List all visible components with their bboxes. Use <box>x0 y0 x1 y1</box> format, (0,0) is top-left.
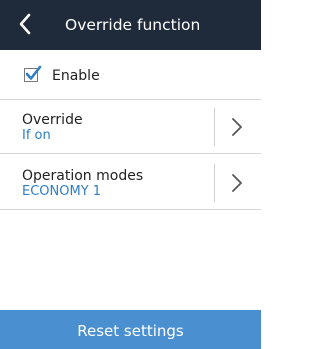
enable-row: Enable <box>0 50 261 100</box>
back-button[interactable] <box>14 10 38 38</box>
row-divider <box>214 164 215 202</box>
reset-settings-button[interactable]: Reset settings <box>0 310 261 349</box>
operation-modes-row[interactable]: Operation modes ECONOMY 1 <box>0 156 261 210</box>
enable-checkbox[interactable] <box>24 65 42 82</box>
operation-modes-title: Operation modes <box>22 168 144 184</box>
row-divider <box>214 108 215 146</box>
header-bar: Override function <box>0 0 261 50</box>
chevron-right-icon <box>230 116 244 138</box>
override-title: Override <box>22 112 83 128</box>
page-title: Override function <box>65 16 201 34</box>
override-row[interactable]: Override If on <box>0 100 261 154</box>
override-value: If on <box>22 128 51 143</box>
chevron-right-icon <box>230 172 244 194</box>
chevron-left-icon <box>14 10 38 38</box>
reset-settings-label: Reset settings <box>77 322 184 340</box>
operation-modes-value: ECONOMY 1 <box>22 184 102 199</box>
enable-label: Enable <box>52 68 100 84</box>
